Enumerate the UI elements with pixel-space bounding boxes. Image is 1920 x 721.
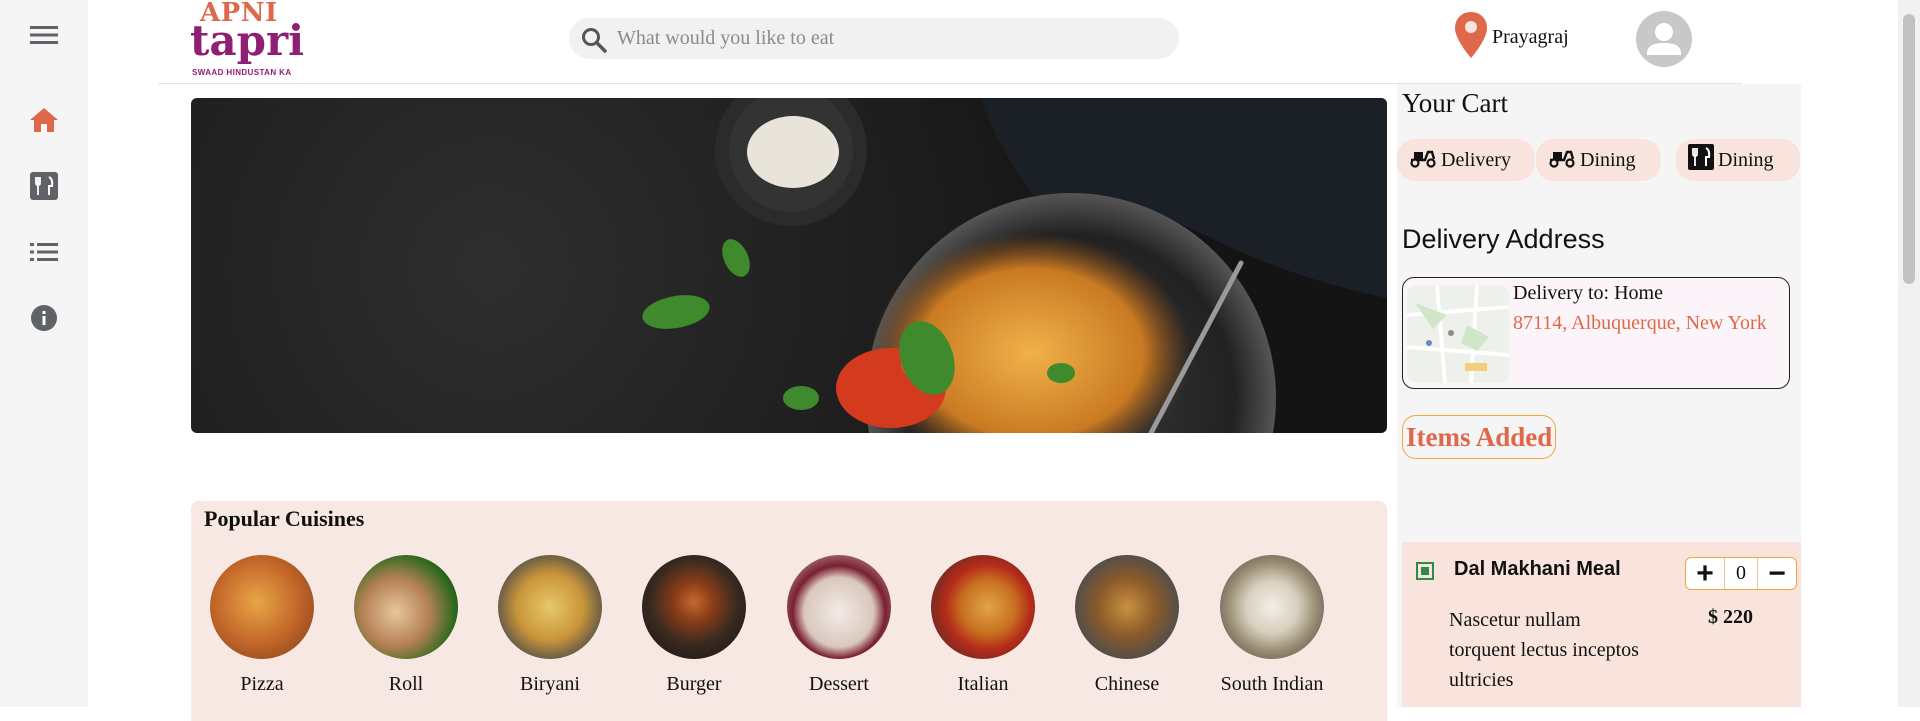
cuisine-label: Pizza: [240, 673, 284, 695]
map-pin-icon: [1454, 11, 1488, 64]
logo-line2: tapri: [190, 16, 305, 65]
cuisine-label: Italian: [957, 673, 1009, 695]
cuisine-roll[interactable]: Roll: [351, 555, 461, 696]
brand-logo[interactable]: APNI tapri SWAAD HINDUSTAN KA: [190, 0, 310, 80]
cart-item: Dal Makhani Meal + 0 − Nascetur nullam t…: [1402, 542, 1801, 707]
section-title: Popular Cuisines: [204, 506, 365, 531]
quantity-value: 0: [1724, 558, 1758, 589]
hero-banner: [191, 98, 1387, 433]
chip-dining[interactable]: Dining: [1536, 139, 1661, 181]
cuisine-label: Dessert: [809, 673, 869, 695]
search-icon[interactable]: [581, 27, 607, 58]
cart-panel: Your Cart Delivery Dining Dining Deliver…: [1397, 84, 1801, 707]
search-bar: [569, 18, 1179, 59]
cuisine-image: [787, 555, 891, 659]
cuisine-label: Roll: [388, 673, 424, 695]
address-line: 87114, Albuquerque, New York: [1513, 312, 1767, 334]
chip-label: Delivery: [1441, 148, 1511, 171]
chip-delivery[interactable]: Delivery: [1397, 139, 1535, 181]
search-input[interactable]: [617, 24, 1157, 52]
logo-tagline: SWAAD HINDUSTAN KA: [192, 68, 292, 77]
item-description: Nascetur nullam torquent lectus inceptos…: [1449, 609, 1639, 691]
list-icon[interactable]: [28, 236, 60, 268]
cuisine-burger[interactable]: Burger: [639, 555, 749, 696]
cuisine-label: Chinese: [1094, 673, 1160, 695]
chip-label: Dining: [1580, 148, 1636, 171]
fork-knife-icon: [1688, 144, 1718, 176]
items-added-label: Items Added: [1402, 415, 1557, 459]
side-nav: [0, 0, 88, 707]
cuisine-image: [642, 555, 746, 659]
scrollbar-thumb[interactable]: [1903, 14, 1915, 284]
cuisine-label: South Indian: [1220, 673, 1324, 695]
top-header: APNI tapri SWAAD HINDUSTAN KA Prayagraj: [158, 0, 1742, 84]
home-icon[interactable]: [28, 104, 60, 136]
quantity-stepper: + 0 −: [1685, 557, 1797, 590]
cuisine-label: Burger: [666, 673, 722, 695]
location-selector[interactable]: Prayagraj: [1454, 11, 1569, 64]
info-icon[interactable]: [28, 302, 60, 334]
decrement-button[interactable]: −: [1758, 558, 1796, 589]
page-scrollbar[interactable]: [1898, 0, 1920, 707]
cuisine-image: [498, 555, 602, 659]
cuisine-image: [1075, 555, 1179, 659]
item-price: $ 220: [1708, 606, 1753, 628]
avatar[interactable]: [1636, 11, 1692, 67]
address-card[interactable]: Delivery to: Home 87114, Albuquerque, Ne…: [1402, 277, 1790, 389]
veg-indicator-icon: [1416, 562, 1434, 580]
cuisine-image: [1220, 555, 1324, 659]
increment-button[interactable]: +: [1686, 558, 1724, 589]
cuisine-italian[interactable]: Italian: [928, 555, 1038, 696]
hero-image: [642, 98, 1387, 433]
cuisine-dessert[interactable]: Dessert: [784, 555, 894, 696]
item-name: Dal Makhani Meal: [1454, 558, 1621, 580]
cuisine-pizza[interactable]: Pizza: [207, 555, 317, 696]
cuisine-image: [931, 555, 1035, 659]
popular-cuisines: Popular Cuisines Pizza Roll Biryani Burg…: [191, 501, 1387, 721]
cuisine-image: [354, 555, 458, 659]
chip-label: Dining: [1718, 148, 1774, 171]
scooter-icon: [1548, 146, 1580, 174]
chip-dining-in[interactable]: Dining: [1676, 139, 1800, 181]
map-thumbnail: [1407, 285, 1509, 383]
hamburger-menu-icon[interactable]: [28, 19, 60, 51]
cuisine-biryani[interactable]: Biryani: [495, 555, 605, 696]
restaurant-icon[interactable]: [28, 170, 60, 202]
location-name: Prayagraj: [1492, 25, 1569, 48]
cuisine-chinese[interactable]: Chinese: [1072, 555, 1182, 696]
cuisine-image: [210, 555, 314, 659]
address-label: Delivery to: Home: [1513, 282, 1663, 304]
cart-title: Your Cart: [1402, 88, 1509, 118]
scooter-icon: [1409, 146, 1441, 174]
address-title: Delivery Address: [1402, 224, 1605, 254]
cuisine-label: Biryani: [520, 673, 580, 695]
cuisine-south-indian[interactable]: South Indian: [1217, 555, 1327, 696]
